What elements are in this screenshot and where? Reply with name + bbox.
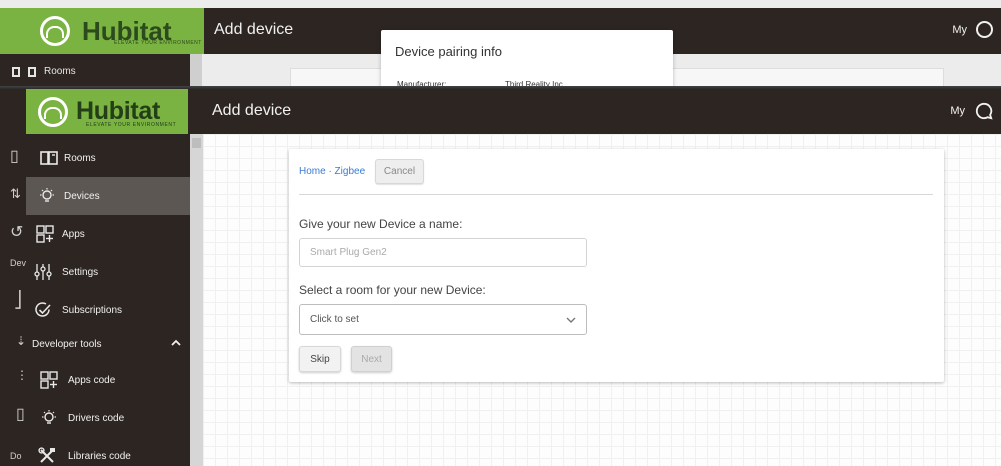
ghost-apps-icon: ⎦ bbox=[14, 292, 22, 309]
sidebar-item-label: Apps bbox=[62, 228, 85, 240]
room-select-label: Select a room for your new Device: bbox=[299, 283, 486, 297]
sidebar-item-label: Rooms bbox=[64, 152, 96, 164]
divider bbox=[299, 194, 933, 195]
sidebar-section-developer-tools[interactable]: Developer tools bbox=[26, 330, 190, 358]
skip-button[interactable]: Skip bbox=[299, 346, 341, 372]
sidebar-item-apps-code[interactable]: Apps code bbox=[26, 361, 190, 399]
sidebar-item-devices[interactable]: Devices bbox=[26, 177, 190, 215]
sidebar-item-apps[interactable]: Apps bbox=[26, 215, 190, 253]
apps-code-icon bbox=[40, 371, 58, 389]
background-left-strip bbox=[0, 8, 22, 54]
sidebar-item-drivers-code[interactable]: Drivers code bbox=[26, 399, 190, 437]
settings-icon bbox=[34, 264, 52, 280]
sidebar-item-settings[interactable]: Settings bbox=[26, 253, 190, 291]
sidebar-item-label: Libraries code bbox=[68, 450, 131, 462]
rooms-icon bbox=[28, 66, 36, 77]
page-title: Add device bbox=[212, 102, 292, 119]
sidebar-item-label: Apps code bbox=[68, 374, 116, 386]
room-select[interactable]: Click to set bbox=[299, 304, 587, 335]
background-nav-rooms: Rooms bbox=[12, 66, 76, 77]
sidebar-item-libraries-code[interactable]: Libraries code bbox=[26, 437, 190, 466]
background-window: Hubitat ELEVATE YOUR ENVIRONMENT Add dev… bbox=[0, 0, 1001, 90]
rooms-icon bbox=[40, 151, 58, 165]
ghost-driver-icon: ▯ bbox=[16, 406, 25, 423]
logo-tagline: ELEVATE YOUR ENVIRONMENT bbox=[86, 122, 177, 128]
bulb-icon bbox=[40, 188, 54, 202]
sidebar-item-label: Subscriptions bbox=[62, 304, 123, 316]
hubitat-logo[interactable]: Hubitat ELEVATE YOUR ENVIRONMENT bbox=[26, 89, 188, 134]
tools-icon bbox=[38, 447, 55, 463]
chevron-up-icon[interactable] bbox=[170, 337, 182, 349]
sidebar-item-label: Drivers code bbox=[68, 412, 125, 424]
background-logo-tagline: ELEVATE YOUR ENVIRONMENT bbox=[114, 40, 202, 46]
room-select-value: Click to set bbox=[310, 314, 359, 325]
ghost-dev-label: Dev bbox=[10, 258, 27, 268]
ghost-check-icon: ↺ bbox=[10, 224, 24, 241]
background-scrollbar bbox=[190, 54, 202, 90]
sidebar-scrollbar[interactable] bbox=[190, 134, 203, 466]
apps-icon bbox=[36, 225, 54, 243]
sidebar-item-label: Settings bbox=[62, 266, 99, 278]
device-name-input[interactable] bbox=[299, 238, 587, 267]
background-user-label: My bbox=[952, 24, 967, 36]
check-circle-icon bbox=[35, 302, 51, 317]
ghost-settings-icon: ⇅ bbox=[10, 186, 21, 201]
device-name-label: Give your new Device a name: bbox=[299, 217, 463, 231]
popup-title: Device pairing info bbox=[395, 44, 502, 59]
rooms-icon bbox=[12, 66, 20, 77]
hubitat-logo-icon bbox=[38, 96, 68, 127]
background-chat-icon bbox=[976, 21, 993, 38]
background-page-title: Add device bbox=[214, 21, 294, 38]
user-menu-label[interactable]: My bbox=[950, 105, 965, 117]
ghost-rooms-icon: ▯ bbox=[10, 148, 19, 165]
breadcrumb[interactable]: Home · Zigbee bbox=[299, 166, 365, 177]
sidebar-item-subscriptions[interactable]: Subscriptions bbox=[26, 291, 190, 329]
sidebar-item-label: Devices bbox=[64, 190, 100, 202]
background-logo: Hubitat ELEVATE YOUR ENVIRONMENT bbox=[22, 8, 204, 54]
add-device-card: Home · Zigbee Cancel Give your new Devic… bbox=[289, 149, 944, 382]
hubitat-logo-icon bbox=[40, 16, 70, 46]
bulb-icon bbox=[42, 410, 56, 424]
scrollbar-thumb[interactable] bbox=[192, 138, 201, 148]
chevron-down-icon bbox=[566, 317, 576, 323]
ghost-arrow-icon: ⇣ bbox=[16, 334, 27, 348]
next-button[interactable]: Next bbox=[351, 346, 392, 372]
sidebar-section-label: Developer tools bbox=[32, 338, 102, 350]
sidebar-item-rooms[interactable]: Rooms bbox=[26, 139, 190, 177]
header-left-strip bbox=[0, 89, 26, 134]
background-nav-rooms-label: Rooms bbox=[44, 66, 76, 77]
device-pairing-popup: Device pairing info Manufacturer: Third … bbox=[381, 30, 673, 90]
ghost-do-label: Do bbox=[10, 451, 22, 461]
cancel-button[interactable]: Cancel bbox=[375, 159, 424, 184]
chat-bubble-icon[interactable] bbox=[975, 102, 993, 120]
